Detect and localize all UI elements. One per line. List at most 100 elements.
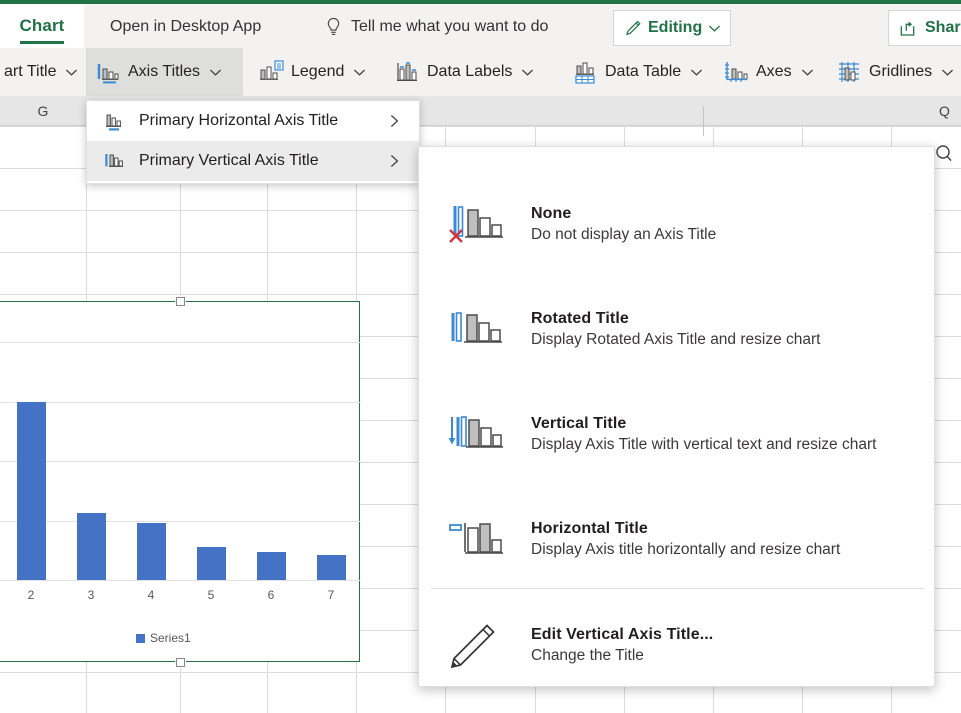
chart-legend: Series1 — [136, 631, 191, 645]
gridlines-icon — [836, 59, 862, 85]
share-button[interactable]: Share — [888, 10, 961, 46]
gallery-item-desc: Display Axis title horizontally and resi… — [531, 541, 840, 559]
chart-resize-handle-top[interactable] — [176, 297, 185, 306]
ribbon-button-data-table[interactable]: Data Table — [563, 48, 715, 96]
vertical-axis-title-icon — [103, 150, 125, 172]
axis-title-gallery-flyout: None Do not display an Axis Title Rotate… — [418, 146, 935, 687]
gallery-item-desc: Display Axis Title with vertical text an… — [531, 436, 876, 454]
chart-bar — [197, 547, 226, 580]
gallery-item-title: Horizontal Title — [531, 520, 840, 538]
gallery-item-desc: Display Rotated Axis Title and resize ch… — [531, 331, 820, 349]
ribbon-button-axes[interactable]: Axes — [714, 48, 818, 96]
chart-gridline — [0, 461, 361, 462]
editing-mode-button[interactable]: Editing — [613, 10, 731, 46]
ribbon-button-label: art Title — [4, 63, 56, 81]
legend-swatch-series1 — [136, 634, 145, 643]
share-icon — [899, 19, 918, 37]
chevron-down-icon — [209, 68, 222, 77]
open-in-desktop-app-label: Open in Desktop App — [110, 18, 261, 36]
editing-label: Editing — [648, 19, 702, 37]
chevron-down-icon — [690, 68, 703, 77]
chart-bar — [137, 523, 166, 580]
ribbon-button-gridlines[interactable]: Gridlines — [827, 48, 961, 96]
tell-me-label: Tell me what you want to do — [351, 18, 548, 36]
legend-label-series1: Series1 — [150, 631, 191, 645]
chart-gridline — [0, 402, 361, 403]
gallery-item-edit-vertical-axis-title[interactable]: Edit Vertical Axis Title... Change the T… — [419, 602, 936, 688]
axis-title-horizontal-icon — [447, 511, 509, 567]
ribbon-button-axis-titles[interactable]: Axis Titles — [86, 48, 243, 96]
chevron-down-icon — [65, 68, 78, 77]
chart-resize-handle-bottom[interactable] — [176, 658, 185, 667]
ribbon-separator — [703, 106, 704, 136]
chart-ribbon: art Title Axis Titles Legend Data Labels Dat… — [0, 48, 961, 96]
tab-bar: Chart Open in Desktop App Tell me what y… — [0, 4, 961, 48]
gallery-item-title: Edit Vertical Axis Title... — [531, 626, 713, 644]
share-label: Share — [925, 19, 961, 37]
menu-item-primary-horizontal-axis-title[interactable]: Primary Horizontal Axis Title — [87, 101, 419, 141]
chevron-down-icon — [521, 68, 534, 77]
ribbon-button-label: Axis Titles — [128, 63, 200, 81]
menu-item-primary-vertical-axis-title[interactable]: Primary Vertical Axis Title — [87, 141, 419, 181]
axis-titles-dropdown-menu: Primary Horizontal Axis Title Primary Ve… — [86, 100, 420, 184]
chevron-down-icon — [801, 68, 814, 77]
lightbulb-icon — [325, 17, 342, 37]
chevron-right-icon — [388, 114, 401, 128]
ribbon-button-label: Legend — [291, 63, 344, 81]
ribbon-button-label: Data Table — [605, 63, 681, 81]
ribbon-button-art-title[interactable]: art Title — [0, 48, 82, 96]
chart-bar — [17, 402, 46, 581]
axis-titles-icon — [95, 59, 121, 85]
horizontal-axis-title-icon — [103, 110, 125, 132]
ribbon-button-label: Axes — [756, 63, 792, 81]
excel-online-window: G Q 234567 Series1 Chart Open in Desktop… — [0, 0, 961, 713]
gallery-item-title: None — [531, 205, 716, 223]
open-in-desktop-app-button[interactable]: Open in Desktop App — [110, 14, 261, 40]
gallery-item-horizontal-title[interactable]: Horizontal Title Display Axis title hori… — [419, 496, 936, 582]
ribbon-button-label: Data Labels — [427, 63, 512, 81]
chart-plot-area: 234567 Series1 — [0, 302, 361, 663]
gallery-item-desc: Do not display an Axis Title — [531, 226, 716, 244]
ribbon-button-legend[interactable]: Legend — [249, 48, 385, 96]
chevron-down-icon — [353, 68, 366, 77]
axis-title-none-icon — [447, 196, 509, 252]
tab-chart-label: Chart — [20, 16, 65, 36]
chart-gridline — [0, 521, 361, 522]
chart-object[interactable]: 234567 Series1 — [0, 301, 360, 662]
menu-item-label: Primary Horizontal Axis Title — [139, 112, 338, 130]
ribbon-button-data-labels[interactable]: Data Labels — [385, 48, 545, 96]
search-icon[interactable] — [934, 143, 954, 165]
pencil-icon — [625, 20, 642, 37]
chart-x-tick-label: 2 — [11, 588, 51, 602]
chart-x-tick-label: 6 — [251, 588, 291, 602]
flyout-separator — [431, 588, 924, 589]
axes-icon — [723, 59, 749, 85]
chart-x-tick-label: 7 — [311, 588, 351, 602]
tell-me-button[interactable]: Tell me what you want to do — [325, 13, 548, 41]
menu-item-label: Primary Vertical Axis Title — [139, 152, 319, 170]
gallery-item-none[interactable]: None Do not display an Axis Title — [419, 181, 936, 267]
chart-bar — [77, 513, 106, 580]
chevron-down-icon — [941, 68, 954, 77]
axis-title-rotated-icon — [447, 301, 509, 357]
pencil-icon — [447, 617, 509, 673]
chart-gridline — [0, 342, 361, 343]
ribbon-button-label: Gridlines — [869, 63, 932, 81]
chart-gridline — [0, 580, 361, 581]
tab-chart[interactable]: Chart — [0, 4, 84, 48]
legend-icon — [258, 59, 284, 85]
chart-bar — [257, 552, 286, 580]
gallery-item-title: Vertical Title — [531, 415, 876, 433]
column-header-g[interactable]: G — [0, 96, 86, 126]
gallery-item-rotated-title[interactable]: Rotated Title Display Rotated Axis Title… — [419, 286, 936, 372]
data-labels-icon — [394, 59, 420, 85]
chevron-right-icon — [388, 154, 401, 168]
tab-chart-underline — [20, 41, 64, 44]
axis-title-vertical-icon — [447, 406, 509, 462]
column-header-q[interactable]: Q — [928, 96, 961, 126]
chart-bar — [317, 555, 346, 580]
gallery-item-vertical-title[interactable]: Vertical Title Display Axis Title with v… — [419, 391, 936, 477]
data-table-icon — [572, 59, 598, 85]
gallery-item-desc: Change the Title — [531, 647, 713, 665]
chart-x-tick-label: 5 — [191, 588, 231, 602]
